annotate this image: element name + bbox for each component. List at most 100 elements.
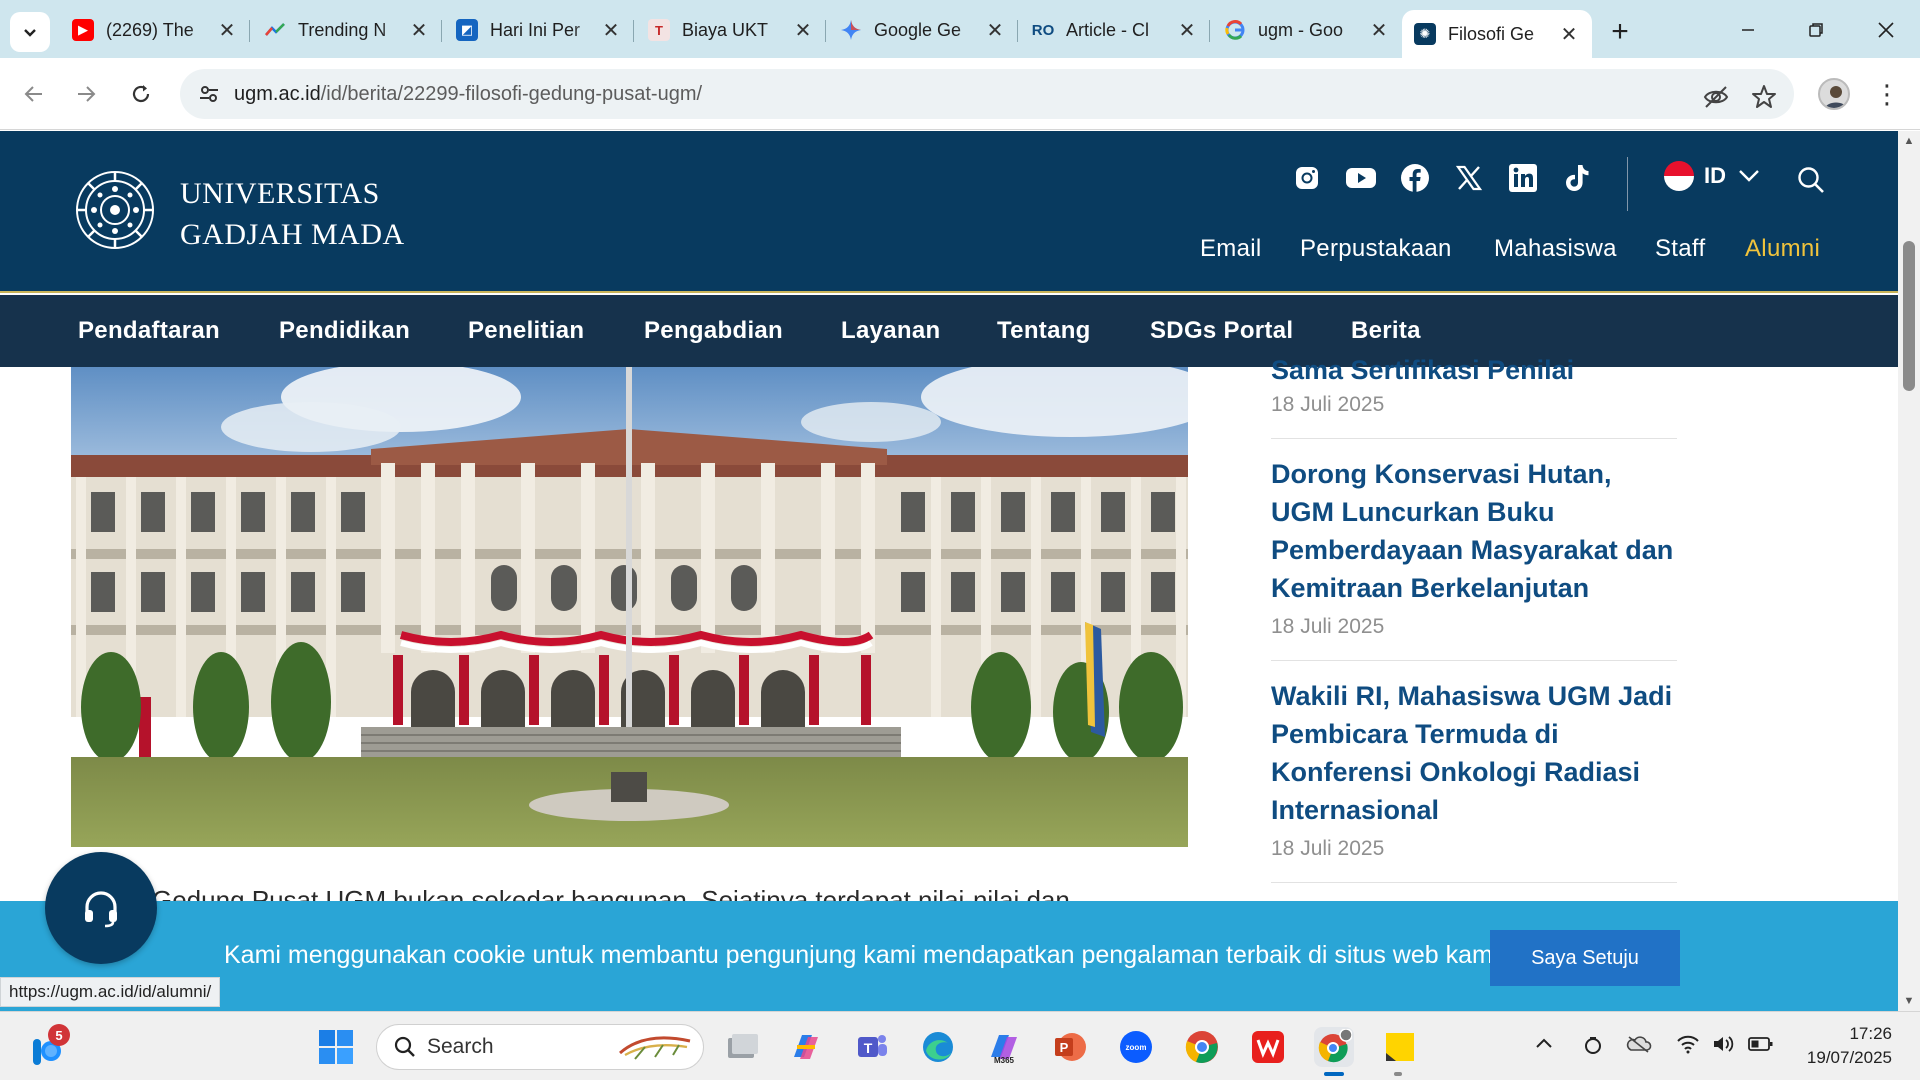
nav-item-pendidikan[interactable]: Pendidikan	[279, 317, 410, 345]
browser-tab[interactable]: Trending N ✕	[252, 10, 442, 50]
sticky-notes-icon[interactable]	[1380, 1027, 1420, 1067]
google-icon	[1224, 19, 1246, 41]
edge-icon[interactable]	[918, 1027, 958, 1067]
language-selector[interactable]: ID	[1664, 161, 1760, 191]
system-clock[interactable]: 17:26 19/07/2025	[1796, 1022, 1892, 1070]
trending-icon	[264, 19, 286, 41]
clock-time: 17:26	[1849, 1024, 1892, 1043]
x-icon[interactable]	[1452, 161, 1486, 195]
tiktok-icon[interactable]	[1560, 161, 1594, 195]
close-window-button[interactable]	[1856, 10, 1916, 50]
close-icon	[1878, 22, 1894, 38]
sidebar-news-title-partial[interactable]: Sama Sertifikasi Penilai	[1271, 351, 1681, 389]
forward-button[interactable]	[66, 74, 106, 114]
quick-link-email[interactable]: Email	[1200, 235, 1262, 263]
ugm-logo-icon[interactable]	[72, 167, 158, 253]
close-icon[interactable]: ✕	[600, 18, 622, 43]
tab-search-button[interactable]	[10, 12, 50, 52]
youtube-icon[interactable]	[1344, 161, 1378, 195]
wps-icon[interactable]	[1248, 1027, 1288, 1067]
browser-menu-button[interactable]: ⋮	[1874, 80, 1900, 110]
svg-text:zoom: zoom	[1126, 1043, 1147, 1052]
page-viewport: UNIVERSITAS GADJAH MADA ID Email Perpust…	[0, 131, 1898, 1011]
reload-button[interactable]	[121, 74, 161, 114]
sidebar-news-title[interactable]: Wakili RI, Mahasiswa UGM Jadi Pembicara …	[1271, 677, 1681, 829]
bookmark-star-icon[interactable]	[1750, 83, 1778, 111]
close-icon[interactable]: ✕	[1558, 22, 1580, 47]
tab-title: (2269) The	[106, 19, 194, 40]
sync-icon[interactable]	[1582, 1034, 1604, 1062]
news-icon: ◩	[456, 19, 478, 41]
browser-tab[interactable]: ugm - Goo ✕	[1212, 10, 1402, 50]
avatar[interactable]	[1818, 78, 1850, 110]
facebook-icon[interactable]	[1398, 161, 1432, 195]
nav-item-layanan[interactable]: Layanan	[841, 317, 940, 345]
scroll-up-icon[interactable]: ▲	[1902, 135, 1916, 147]
nav-item-sdgs-portal[interactable]: SDGs Portal	[1150, 317, 1293, 345]
browser-tab[interactable]: RO Article - Cl ✕	[1020, 10, 1210, 50]
search-icon[interactable]	[1796, 165, 1826, 195]
language-label: ID	[1704, 163, 1726, 188]
chat-support-button[interactable]	[45, 852, 157, 964]
browser-tab[interactable]: ▶ (2269) The ✕	[60, 10, 250, 50]
chrome-icon[interactable]	[1182, 1027, 1222, 1067]
linkedin-icon[interactable]	[1506, 161, 1540, 195]
back-button[interactable]	[14, 74, 54, 114]
link-status-bubble: https://ugm.ac.id/id/alumni/	[0, 977, 221, 1007]
teams-icon[interactable]: T	[852, 1027, 892, 1067]
quick-link-alumni[interactable]: Alumni	[1745, 235, 1820, 263]
quick-link-staff[interactable]: Staff	[1655, 235, 1705, 263]
zoom-icon[interactable]: zoom	[1116, 1027, 1156, 1067]
scroll-down-icon[interactable]: ▼	[1902, 995, 1916, 1007]
browser-tab-active[interactable]: ✺ Filosofi Ge ✕	[1402, 10, 1592, 58]
wifi-icon[interactable]	[1676, 1034, 1700, 1060]
browser-tab[interactable]: T Biaya UKT ✕	[636, 10, 826, 50]
quick-link-perpustakaan[interactable]: Perpustakaan	[1300, 235, 1452, 263]
close-icon[interactable]: ✕	[216, 18, 238, 43]
nav-item-tentang[interactable]: Tentang	[997, 317, 1091, 345]
battery-icon[interactable]	[1748, 1034, 1774, 1060]
task-view-icon[interactable]	[722, 1027, 762, 1067]
sidebar-news-title[interactable]: Dorong Konservasi Hutan, UGM Luncurkan B…	[1271, 455, 1681, 607]
browser-tab[interactable]: Google Ge ✕	[828, 10, 1018, 50]
close-icon[interactable]: ✕	[792, 18, 814, 43]
quick-link-mahasiswa[interactable]: Mahasiswa	[1494, 235, 1617, 263]
restore-button[interactable]	[1786, 10, 1846, 50]
chevron-up-icon[interactable]	[1534, 1034, 1554, 1060]
powerpoint-icon[interactable]: P	[1050, 1027, 1090, 1067]
header-divider	[1627, 157, 1628, 211]
volume-icon[interactable]	[1712, 1034, 1736, 1060]
nav-item-pengabdian[interactable]: Pengabdian	[644, 317, 783, 345]
weather-widget-icon[interactable]: 5	[24, 1024, 70, 1072]
close-icon[interactable]: ✕	[984, 18, 1006, 43]
page-scrollbar[interactable]: ▲ ▼	[1898, 131, 1920, 1011]
tab-title: ugm - Goo	[1258, 19, 1344, 40]
close-icon[interactable]: ✕	[408, 18, 430, 43]
chrome-profile-icon[interactable]	[1314, 1027, 1354, 1067]
site-settings-icon[interactable]	[194, 83, 224, 105]
minimize-button[interactable]	[1718, 10, 1778, 50]
url-path: /id/berita/22299-filosofi-gedung-pusat-u…	[320, 82, 703, 105]
cookie-message: Kami menggunakan cookie untuk membantu p…	[224, 941, 1506, 969]
university-name[interactable]: UNIVERSITAS GADJAH MADA	[180, 173, 405, 255]
nav-item-penelitian[interactable]: Penelitian	[468, 317, 584, 345]
copilot-icon[interactable]	[786, 1027, 826, 1067]
scrollbar-thumb[interactable]	[1903, 241, 1915, 391]
taskbar-search-box[interactable]: Search	[376, 1024, 704, 1070]
sidebar-divider	[1271, 438, 1677, 439]
onedrive-icon[interactable]	[1626, 1034, 1652, 1060]
eye-off-icon[interactable]	[1702, 83, 1730, 111]
start-icon[interactable]	[316, 1027, 356, 1067]
address-bar[interactable]: ugm.ac.id/id/berita/22299-filosofi-gedun…	[180, 69, 1794, 119]
cookie-accept-button[interactable]: Saya Setuju	[1490, 930, 1680, 986]
minimize-icon	[1742, 29, 1754, 31]
close-icon[interactable]: ✕	[1176, 18, 1198, 43]
close-icon[interactable]: ✕	[1368, 18, 1390, 43]
nav-item-berita[interactable]: Berita	[1351, 317, 1421, 345]
new-tab-button[interactable]: +	[1600, 12, 1640, 52]
instagram-icon[interactable]	[1290, 161, 1324, 195]
nav-item-pendaftaran[interactable]: Pendaftaran	[78, 317, 220, 345]
m365-icon[interactable]: M365	[984, 1027, 1024, 1067]
chevron-down-icon	[24, 29, 36, 37]
browser-tab[interactable]: ◩ Hari Ini Per ✕	[444, 10, 634, 50]
